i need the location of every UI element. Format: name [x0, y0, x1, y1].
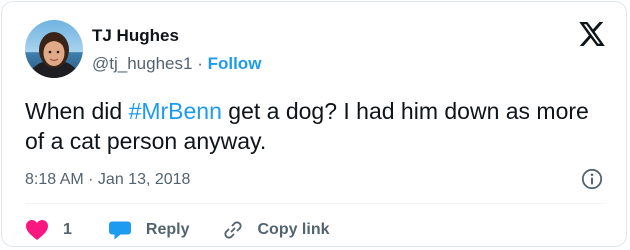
reply-label: Reply — [145, 221, 190, 238]
speech-bubble-icon — [108, 218, 132, 242]
handle-separator: · — [197, 54, 203, 73]
handle-row: @tj_hughes1 · Follow — [92, 53, 261, 75]
copy-link-button[interactable]: Copy link — [221, 218, 330, 242]
author-name[interactable]: TJ Hughes — [92, 26, 179, 45]
author-name-row: TJ Hughes — [92, 25, 179, 48]
divider — [25, 203, 605, 204]
heart-icon — [25, 219, 49, 241]
reply-button[interactable]: Reply — [108, 218, 190, 242]
tweet-text: When did #MrBenn get a dog? I had him do… — [25, 96, 605, 156]
like-button[interactable]: 1 — [25, 219, 72, 241]
timestamp[interactable]: 8:18 AM · Jan 13, 2018 — [25, 170, 190, 190]
author-handle[interactable]: @tj_hughes1 — [92, 54, 192, 73]
like-count: 1 — [63, 221, 72, 238]
hashtag-link[interactable]: #MrBenn — [129, 98, 222, 124]
copy-link-label: Copy link — [257, 221, 330, 238]
tweet-text-start: When did — [25, 98, 129, 124]
link-icon — [221, 218, 245, 242]
avatar[interactable] — [25, 20, 83, 78]
tweet-card: TJ Hughes @tj_hughes1 · Follow When did … — [0, 0, 630, 250]
x-logo-icon[interactable] — [579, 22, 605, 46]
info-icon[interactable] — [580, 167, 604, 191]
follow-button[interactable]: Follow — [208, 54, 262, 73]
action-bar: 1 Reply Copy link — [25, 216, 330, 244]
